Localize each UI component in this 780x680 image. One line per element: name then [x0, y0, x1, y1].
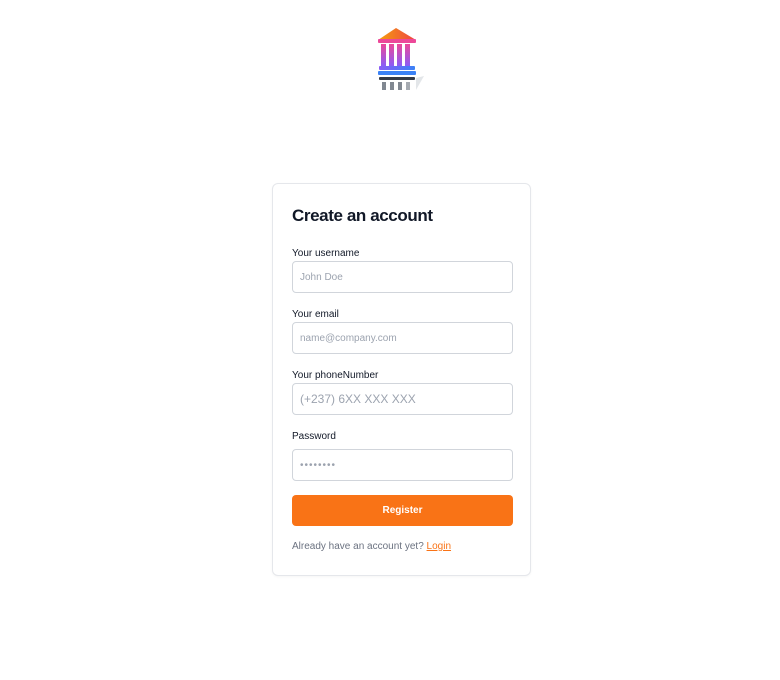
password-input[interactable]	[292, 449, 513, 481]
password-label: Password	[292, 431, 336, 442]
login-link[interactable]: Login	[427, 541, 451, 552]
login-prompt-text: Already have an account yet?	[292, 541, 424, 552]
register-card: Create an account Your username Your ema…	[272, 183, 531, 576]
email-input[interactable]	[292, 322, 513, 354]
bank-building-icon	[372, 26, 428, 94]
login-prompt: Already have an account yet? Login	[292, 541, 451, 552]
phone-label: Your phoneNumber	[292, 370, 379, 381]
username-input[interactable]	[292, 261, 513, 293]
page-title: Create an account	[292, 206, 433, 225]
page: Create an account Your username Your ema…	[0, 0, 780, 680]
register-button[interactable]: Register	[292, 495, 513, 526]
phone-input[interactable]	[292, 383, 513, 415]
email-label: Your email	[292, 309, 339, 320]
username-label: Your username	[292, 248, 360, 259]
